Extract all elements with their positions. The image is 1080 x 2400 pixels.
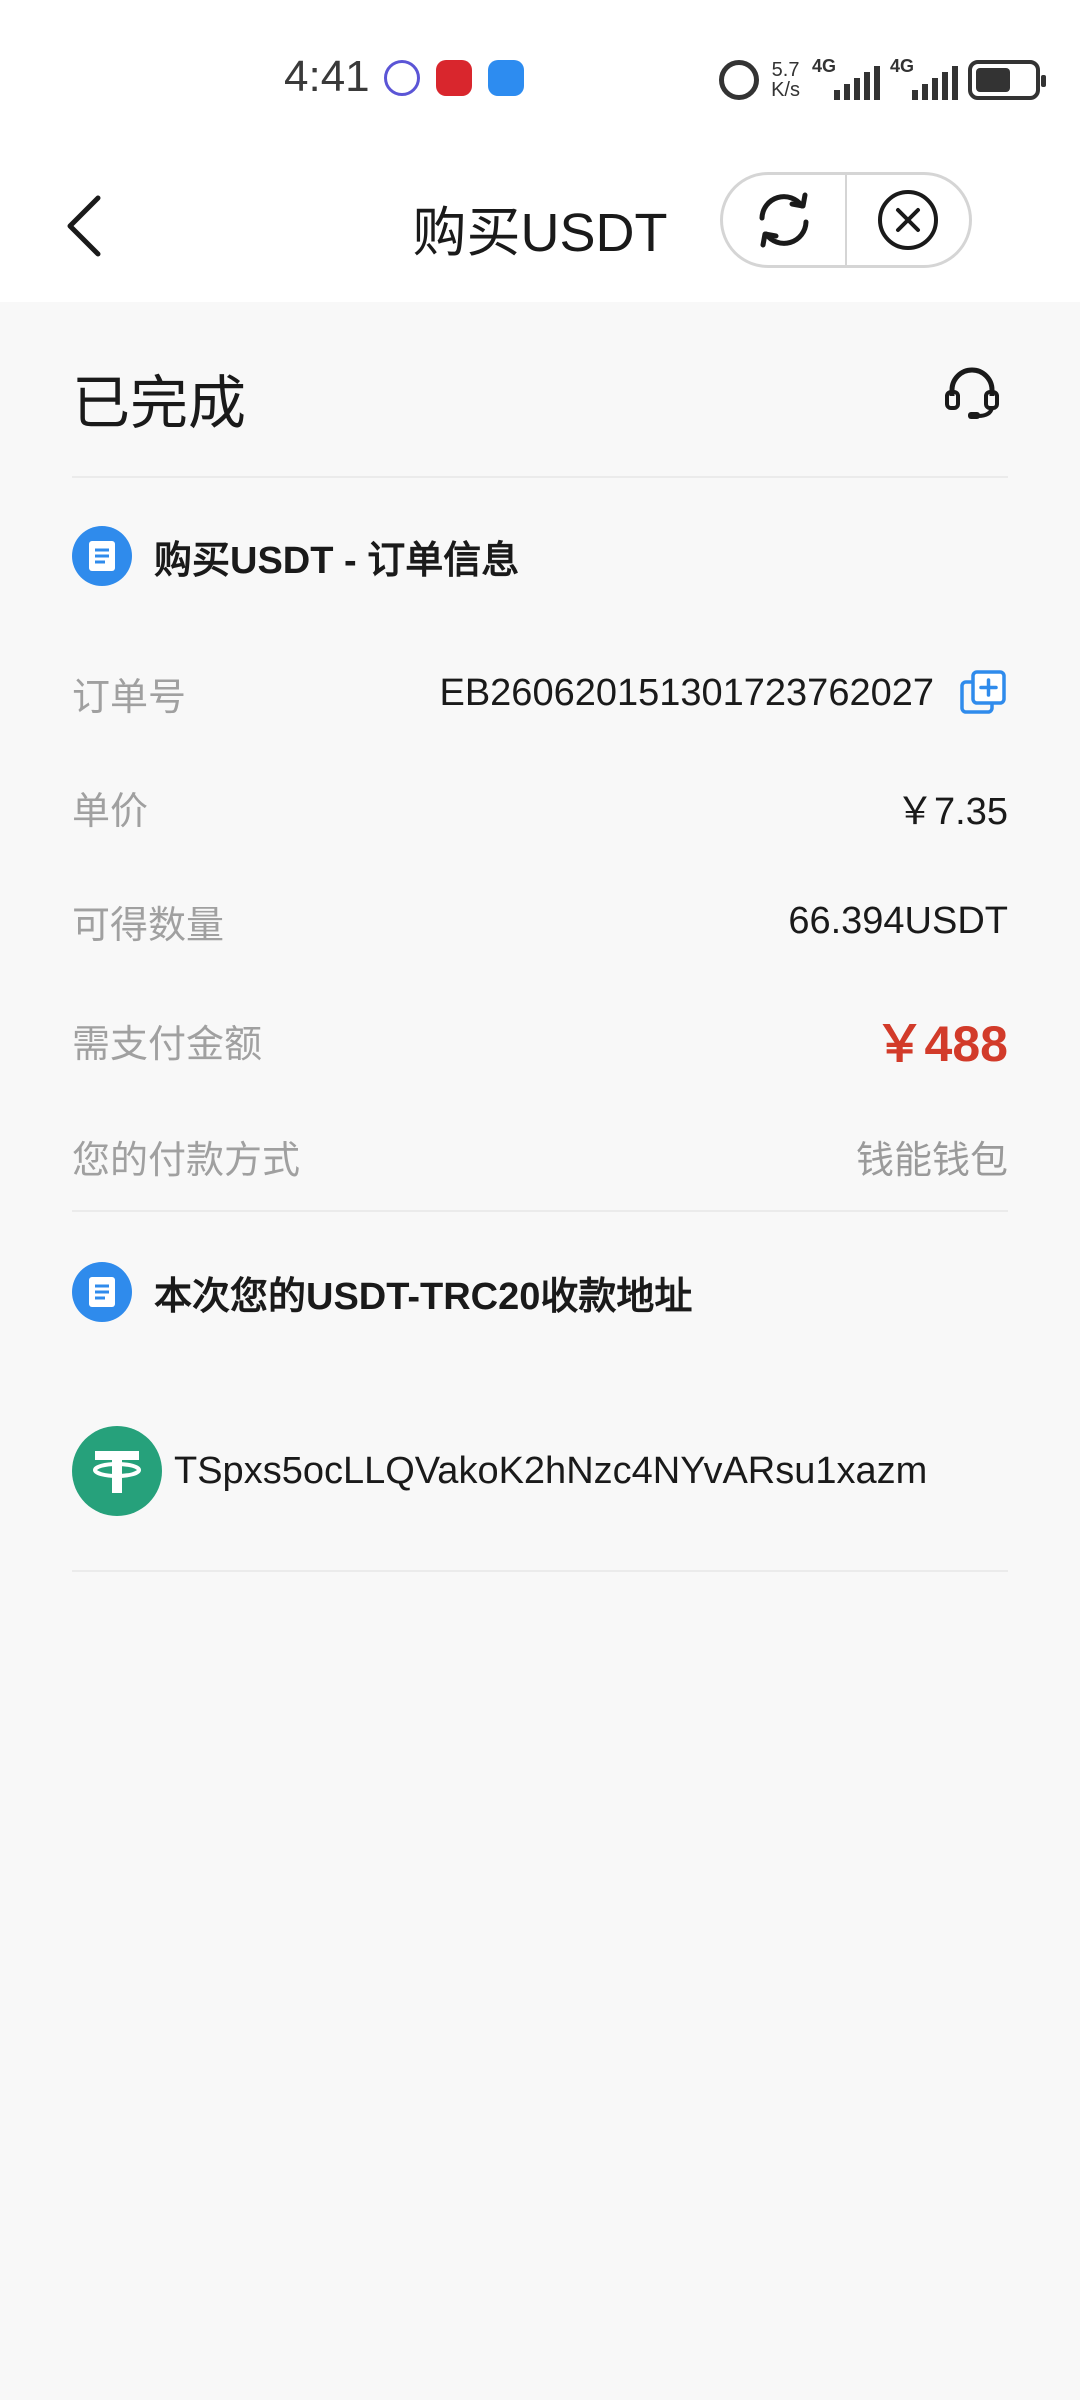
headset-icon (945, 367, 999, 419)
order-info-title: 购买USDT - 订单信息 (154, 539, 520, 582)
payment-amount-row: 需支付金额 ￥488 (72, 978, 1008, 1102)
weather-app-icon (488, 60, 524, 96)
payment-amount-label: 需支付金额 (72, 1023, 263, 1066)
signal-icon: 4G (890, 56, 958, 100)
address-row[interactable]: TSpxs5ocLLQVakoK2hNzc4NYvARsu1xazm (72, 1372, 1008, 1572)
qutoutiao-app-icon (436, 60, 472, 96)
alarm-icon (719, 60, 760, 100)
title-bar: 购买USDT (0, 150, 1080, 302)
document-icon (72, 526, 132, 586)
battery-icon (968, 60, 1046, 100)
quantity-value: 66.394USDT (788, 899, 1008, 942)
sim2-label: 4G (890, 56, 915, 76)
document-icon (72, 1262, 132, 1322)
status-right-icons: 5.7 K/s 4G 4G (719, 56, 1046, 104)
close-button[interactable] (847, 175, 969, 265)
address-header: 本次您的USDT-TRC20收款地址 (72, 1212, 1008, 1372)
payment-method-row: 您的付款方式 钱能钱包 (72, 1102, 1008, 1210)
unit-price-row: 单价 ￥7.35 (72, 750, 1008, 864)
unit-price-label: 单价 (72, 790, 149, 833)
tieba-app-icon (384, 60, 420, 96)
order-status-row: 已完成 (72, 302, 1008, 478)
refresh-icon (759, 192, 809, 248)
tether-icon (72, 1426, 162, 1516)
network-speed-value: 5.7 (771, 59, 800, 81)
order-status: 已完成 (72, 371, 247, 436)
order-info-header: 购买USDT - 订单信息 (72, 496, 1008, 616)
quantity-label: 可得数量 (72, 904, 225, 947)
status-bar: 4:41 5.7 K/s 4G 4G (0, 0, 1080, 150)
order-number-value-wrap: EB2606201513017237620​27 (439, 668, 1008, 718)
quantity-row: 可得数量 66.394USDT (72, 864, 1008, 978)
status-time: 4:41 (284, 52, 370, 101)
signal-icon: 4G (812, 56, 880, 100)
mini-program-capsule (720, 172, 972, 268)
copy-icon[interactable] (958, 668, 1008, 718)
payment-method-label: 您的付款方式 (72, 1139, 301, 1182)
receiving-address: TSpxs5ocLLQVakoK2hNzc4NYvARsu1xazm (174, 1449, 928, 1492)
network-speed: 5.7 K/s (771, 60, 800, 100)
order-number-value: EB2606201513017237620​27 (439, 671, 934, 714)
payment-method-value: 钱能钱包 (855, 1139, 1008, 1182)
support-button[interactable] (942, 362, 1002, 422)
network-speed-unit: K/s (771, 79, 800, 101)
refresh-button[interactable] (723, 175, 845, 265)
order-content: 已完成 购买USDT - 订单信息 订单号 EB2606201513017237… (72, 302, 1008, 1572)
sim1-label: 4G (812, 56, 837, 76)
unit-price-value: ￥7.35 (896, 790, 1008, 833)
order-number-row: 订单号 EB2606201513017237620​27 (72, 636, 1008, 750)
order-number-label: 订单号 (72, 676, 187, 719)
close-circle-icon (878, 190, 938, 250)
payment-amount-value: ￥488 (874, 1016, 1008, 1072)
address-title: 本次您的USDT-TRC20收款地址 (154, 1275, 693, 1318)
